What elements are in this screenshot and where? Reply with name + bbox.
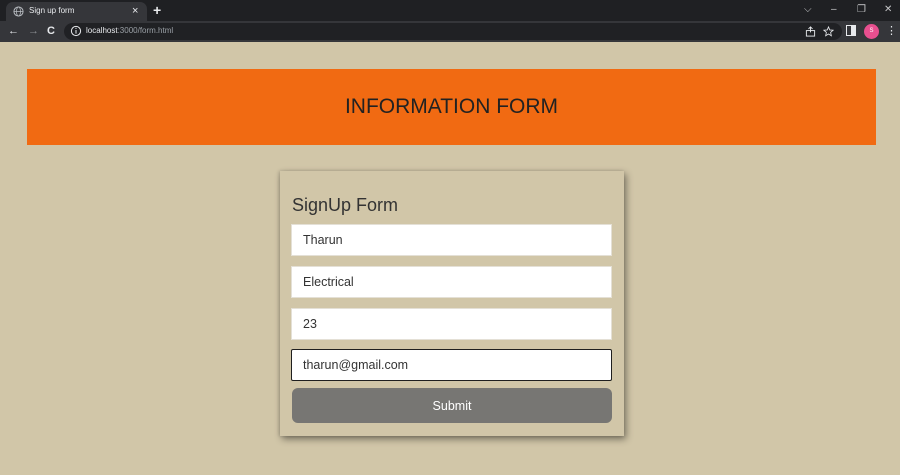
age-input[interactable] [291, 308, 612, 340]
info-icon[interactable] [70, 25, 82, 37]
address-bar[interactable]: localhost:3000/form.html [64, 23, 842, 40]
reload-icon[interactable]: C [47, 24, 55, 38]
plus-icon[interactable]: + [153, 2, 161, 18]
avatar[interactable]: S [864, 24, 879, 39]
side-panel-icon[interactable] [846, 25, 856, 36]
browser-tab[interactable]: Sign up form × [6, 2, 147, 21]
email-input[interactable] [291, 349, 612, 381]
minimize-icon[interactable]: – [831, 2, 837, 18]
tab-title: Sign up form [29, 6, 75, 15]
kebab-menu-icon[interactable]: ⋮ [886, 24, 897, 38]
header-banner: INFORMATION FORM [27, 69, 876, 145]
close-icon[interactable]: × [132, 4, 138, 18]
department-input[interactable] [291, 266, 612, 298]
page-title: INFORMATION FORM [344, 95, 559, 118]
signup-form-card: SignUp Form Submit [280, 171, 624, 436]
form-title: SignUp Form [292, 195, 399, 215]
url-text[interactable]: localhost:3000/form.html [86, 26, 173, 35]
submit-button[interactable]: Submit [292, 388, 612, 423]
forward-arrow-icon[interactable]: → [28, 24, 39, 38]
url-path: :3000/form.html [117, 26, 174, 35]
window-close-icon[interactable]: ✕ [884, 2, 892, 18]
star-icon[interactable] [823, 26, 834, 37]
url-host: localhost [86, 26, 118, 35]
restore-icon[interactable]: ❐ [857, 2, 866, 18]
back-arrow-icon[interactable]: ← [8, 24, 19, 38]
globe-icon [13, 6, 24, 17]
share-icon[interactable] [805, 26, 816, 37]
chevron-down-icon[interactable]: ⌵ [804, 2, 812, 18]
browser-toolbar: ← → C localhost:3000/form.html S ⋮ [0, 21, 900, 42]
browser-tab-strip: Sign up form × + ⌵ – ❐ ✕ [0, 0, 900, 21]
name-input[interactable] [291, 224, 612, 256]
